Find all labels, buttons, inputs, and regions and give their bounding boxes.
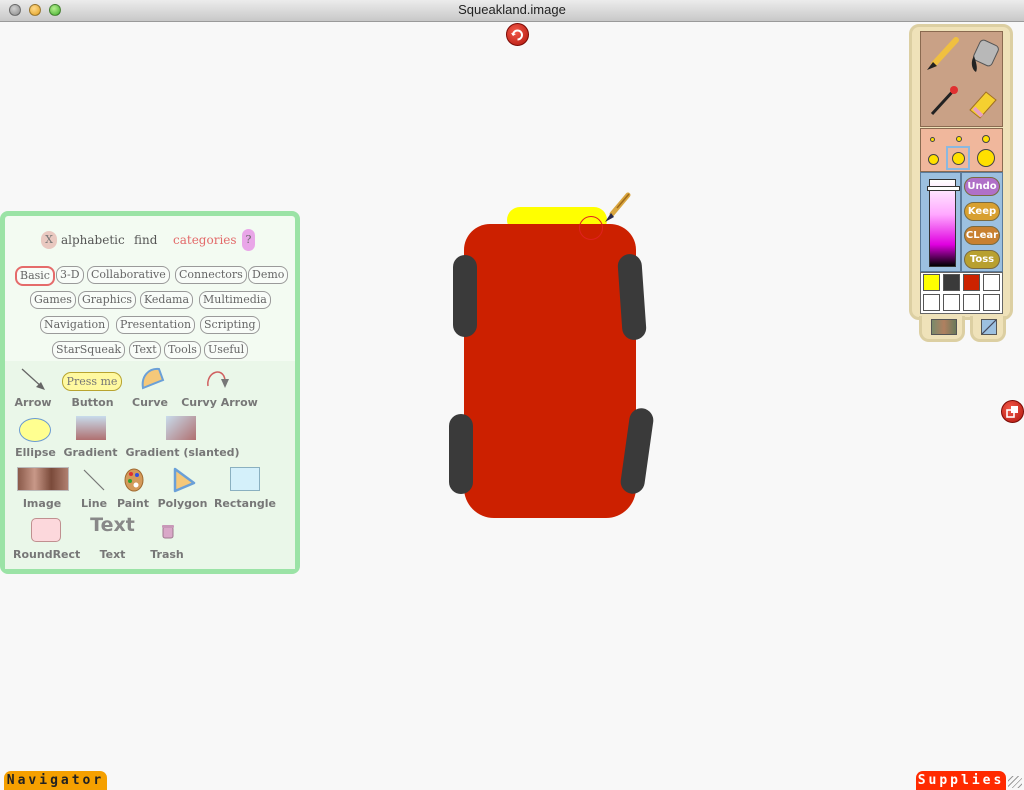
paintbrush-cursor-icon xyxy=(605,192,631,222)
find-tab[interactable]: find xyxy=(134,233,157,247)
object-curve[interactable]: Curve xyxy=(130,366,170,411)
trash-icon xyxy=(162,525,174,539)
swatch-white-4[interactable] xyxy=(963,294,980,311)
shapes-tab[interactable] xyxy=(970,316,1006,342)
category-3d[interactable]: 3-D xyxy=(56,266,84,284)
window-title: Squeakland.image xyxy=(458,2,566,17)
object-polygon[interactable]: Polygon xyxy=(155,467,210,512)
object-trash[interactable]: Trash xyxy=(147,518,187,563)
car-body xyxy=(464,224,636,518)
objects-close-button[interactable]: X xyxy=(41,231,57,249)
category-connectors[interactable]: Connectors xyxy=(175,266,247,284)
category-multimedia[interactable]: Multimedia xyxy=(199,291,271,309)
category-kedama[interactable]: Kedama xyxy=(140,291,194,309)
clear-button[interactable]: CLear xyxy=(964,226,1000,245)
shapes-icon xyxy=(981,319,997,335)
curve-icon xyxy=(141,367,165,390)
alphabetic-tab[interactable]: alphabetic xyxy=(61,233,125,247)
help-button[interactable]: ? xyxy=(242,229,255,251)
swatch-white-3[interactable] xyxy=(943,294,960,311)
swatch-dark-gray[interactable] xyxy=(943,274,960,291)
ellipse-icon xyxy=(19,418,51,442)
categories-tab[interactable]: categories xyxy=(173,233,237,247)
swatch-yellow[interactable] xyxy=(923,274,940,291)
object-gradient[interactable]: Gradient xyxy=(63,416,118,461)
paint-bucket-icon[interactable] xyxy=(962,34,1002,74)
keep-button[interactable]: Keep xyxy=(964,202,1000,221)
object-paint[interactable]: Paint xyxy=(113,467,153,512)
category-graphics[interactable]: Graphics xyxy=(78,291,137,309)
navigator-flap-tab[interactable]: Navigator xyxy=(4,771,107,790)
category-scripting[interactable]: Scripting xyxy=(200,316,260,334)
brush-size-2[interactable] xyxy=(956,136,962,142)
supplies-flap-tab[interactable]: Supplies xyxy=(916,771,1006,790)
brush-size-1[interactable] xyxy=(930,137,935,142)
object-arrow[interactable]: Arrow xyxy=(13,366,53,411)
eraser-icon[interactable] xyxy=(962,82,1002,122)
category-basic[interactable]: Basic xyxy=(15,266,55,286)
car-tire-front-left xyxy=(453,255,477,337)
brush-size-6[interactable] xyxy=(977,149,995,167)
image-icon xyxy=(17,467,69,491)
rotate-handle-icon[interactable] xyxy=(506,23,529,46)
category-games[interactable]: Games xyxy=(30,291,76,309)
rectangle-icon xyxy=(230,467,260,491)
object-curvy-arrow[interactable]: Curvy Arrow xyxy=(177,366,262,411)
window-resize-grip-icon[interactable] xyxy=(1008,776,1022,788)
toss-button[interactable]: Toss xyxy=(964,250,1000,269)
stamp-icon xyxy=(931,319,957,335)
eyedropper-icon[interactable] xyxy=(922,82,962,122)
gradient-slanted-icon xyxy=(166,416,196,440)
car-drawing[interactable] xyxy=(440,190,660,530)
polygon-icon xyxy=(173,467,196,493)
object-text[interactable]: Text Text xyxy=(85,514,140,563)
brush-size-5[interactable] xyxy=(952,152,965,165)
category-collaborative[interactable]: Collaborative xyxy=(87,266,170,284)
car-tire-front-right xyxy=(617,253,647,341)
line-icon xyxy=(83,469,105,491)
gradient-icon xyxy=(76,416,106,440)
object-image[interactable]: Image xyxy=(13,467,71,512)
brush-size-4[interactable] xyxy=(928,154,939,165)
stamp-tab[interactable] xyxy=(919,316,965,342)
category-starsqueak[interactable]: StarSqueak xyxy=(52,341,126,359)
swatch-white-2[interactable] xyxy=(923,294,940,311)
category-presentation[interactable]: Presentation xyxy=(116,316,196,334)
arrow-icon xyxy=(21,368,45,390)
swatch-white-5[interactable] xyxy=(983,294,1000,311)
swatch-red[interactable] xyxy=(963,274,980,291)
category-text[interactable]: Text xyxy=(129,341,161,359)
paintbrush-icon[interactable] xyxy=(922,34,962,74)
swatch-white-1[interactable] xyxy=(983,274,1000,291)
category-demo[interactable]: Demo xyxy=(248,266,289,284)
roundrect-icon xyxy=(31,518,61,542)
resize-handle-icon[interactable] xyxy=(1001,400,1024,423)
window-titlebar: Squeakland.image xyxy=(0,0,1024,22)
color-spectrum-slider[interactable] xyxy=(929,179,956,267)
object-roundrect[interactable]: RoundRect xyxy=(13,518,80,563)
object-button[interactable]: Press me Button xyxy=(60,366,125,411)
color-picker-marker[interactable] xyxy=(927,186,960,191)
category-tools[interactable]: Tools xyxy=(164,341,201,359)
car-tire-rear-left xyxy=(449,414,473,494)
category-useful[interactable]: Useful xyxy=(204,341,249,359)
paint-palette-icon xyxy=(124,468,144,492)
object-ellipse[interactable]: Ellipse xyxy=(13,416,58,461)
button-icon: Press me xyxy=(62,372,122,391)
objects-flap: X alphabetic find categories ? Basic 3-D… xyxy=(0,211,300,574)
undo-button[interactable]: Undo xyxy=(964,177,1000,196)
text-icon: Text xyxy=(90,514,135,536)
object-rectangle[interactable]: Rectangle xyxy=(210,467,280,512)
objects-parts-bin: Arrow Press me Button Curve Curvy Arrow … xyxy=(5,361,295,569)
object-gradient-slanted[interactable]: Gradient (slanted) xyxy=(125,416,240,461)
curvy-arrow-icon xyxy=(207,371,229,388)
objects-header: X alphabetic find categories ? Basic 3-D… xyxy=(5,216,295,361)
category-navigation[interactable]: Navigation xyxy=(40,316,110,334)
object-line[interactable]: Line xyxy=(75,467,113,512)
brush-size-3[interactable] xyxy=(982,135,990,143)
